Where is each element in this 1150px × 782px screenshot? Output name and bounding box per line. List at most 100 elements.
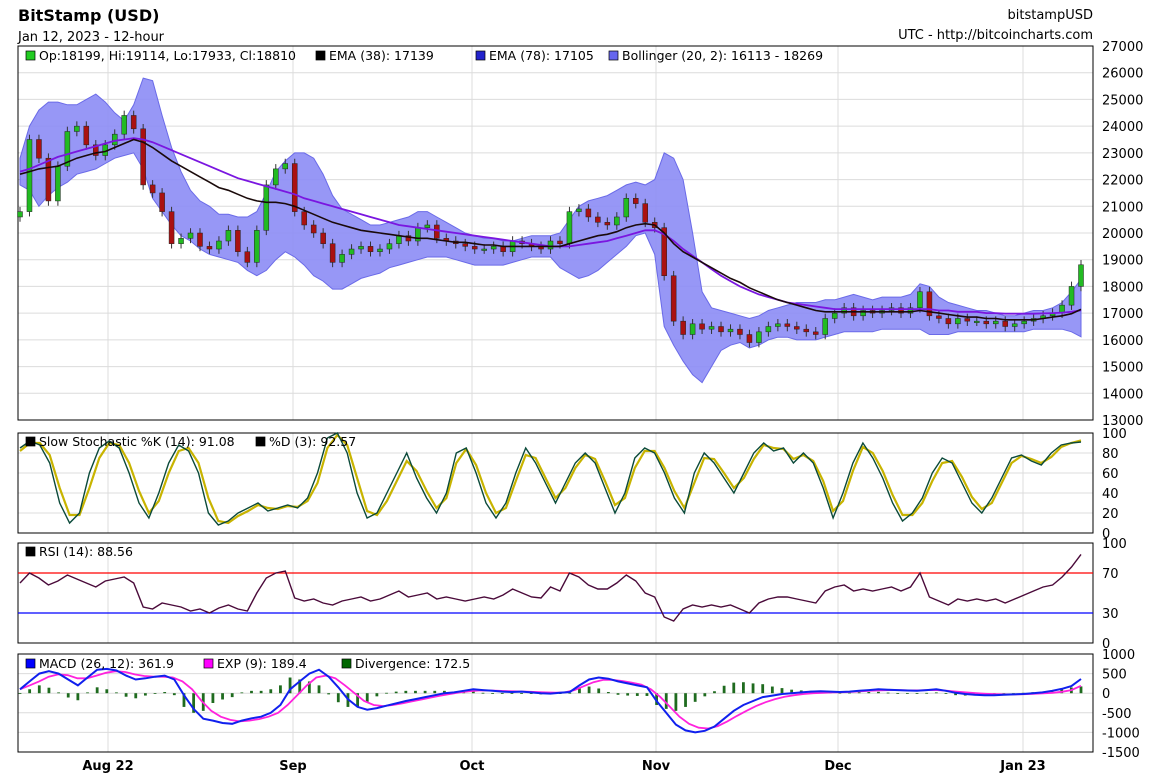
divergence-bar: [481, 692, 485, 694]
legend-swatch: [315, 50, 326, 61]
divergence-bar: [751, 683, 755, 694]
divergence-bar: [645, 693, 649, 696]
y-tick-label: 30: [1102, 607, 1119, 622]
candle-body: [434, 224, 440, 239]
candle-body: [149, 184, 156, 194]
x-tick-label: Sep: [279, 759, 307, 774]
divergence-bar: [115, 692, 118, 694]
candle-body: [595, 216, 601, 223]
divergence-bar: [616, 693, 620, 695]
candle-body: [140, 128, 146, 186]
divergence-bar: [674, 693, 678, 711]
divergence-bar: [915, 693, 919, 694]
divergence-bar: [76, 693, 80, 701]
divergence-bar: [1079, 686, 1083, 694]
y-tick-label: 1000: [1102, 648, 1135, 663]
candle-body: [301, 211, 307, 226]
y-tick-label: 60: [1102, 467, 1119, 482]
legend-swatch: [255, 436, 266, 447]
divergence-bar: [693, 693, 697, 702]
divergence-bar: [279, 685, 282, 694]
candle-body: [689, 323, 696, 335]
candle-body: [396, 235, 402, 244]
candle-body: [36, 139, 42, 159]
y-tick-label: 100: [1102, 537, 1127, 552]
candle-body: [254, 230, 260, 263]
chart-title: BitStamp (USD): [18, 6, 159, 25]
candle-body: [614, 216, 620, 226]
divergence-bar: [327, 693, 331, 695]
candle-body: [803, 328, 810, 333]
candle-body: [708, 326, 715, 330]
candle-body: [983, 320, 990, 325]
y-tick-label: 20000: [1102, 227, 1143, 242]
divergence-bar: [66, 693, 70, 698]
candle-body: [310, 224, 317, 234]
divergence-bar: [57, 692, 60, 694]
divergence-bar: [143, 693, 147, 696]
divergence-bar: [95, 687, 99, 694]
divergence-bar: [153, 693, 157, 694]
candle-body: [784, 323, 791, 327]
divergence-bar: [47, 687, 51, 694]
x-tick-label: Nov: [642, 759, 671, 774]
divergence-bar: [37, 685, 41, 694]
candle-body: [955, 318, 961, 325]
macd-line: [19, 667, 1082, 734]
divergence-bar: [394, 691, 398, 694]
candle-body: [320, 232, 326, 244]
legend-label: MACD (26, 12): 361.9: [39, 656, 174, 671]
candle-body: [1002, 320, 1008, 327]
y-tick-label: 20: [1102, 507, 1119, 522]
divergence-bar: [500, 693, 504, 694]
divergence-bar: [172, 693, 176, 696]
divergence-bar: [857, 692, 861, 694]
divergence-bar: [944, 693, 948, 694]
candle-body: [490, 246, 497, 250]
candle-body: [216, 240, 222, 250]
candle-body: [1011, 323, 1018, 327]
y-tick-label: 0: [1102, 687, 1110, 702]
candle-body: [1078, 264, 1084, 287]
candle-body: [386, 243, 393, 250]
legend-swatch: [608, 50, 619, 61]
candle-body: [159, 192, 165, 212]
legend-label: RSI (14): 88.56: [39, 544, 133, 559]
candle-body: [235, 230, 241, 252]
divergence-bar: [240, 692, 244, 694]
candle-body: [187, 232, 194, 239]
candle-body: [775, 323, 781, 327]
candle-body: [206, 246, 213, 250]
divergence-bar: [105, 689, 109, 694]
legend-swatch: [25, 50, 36, 61]
divergence-bar: [780, 688, 784, 694]
macd-exp-line: [19, 670, 1082, 730]
chart-subtitle: Jan 12, 2023 - 12-hour: [17, 30, 165, 45]
legend-label: Slow Stochastic %K (14): 91.08: [39, 434, 235, 449]
divergence-bar: [404, 690, 408, 694]
rsi-panel: 03070100RSI (14): 88.56: [17, 537, 1127, 652]
y-tick-label: 500: [1102, 668, 1127, 683]
divergence-bar: [375, 693, 379, 697]
candle-body: [291, 163, 298, 212]
candle-body: [178, 238, 184, 244]
rsi-line: [19, 553, 1082, 622]
divergence-bar: [732, 682, 736, 694]
candle-body: [831, 312, 838, 319]
candle-body: [225, 230, 232, 242]
candle-body: [642, 203, 648, 223]
divergence-bar: [896, 693, 900, 694]
y-tick-label: 100: [1102, 427, 1127, 442]
legend-label: %D (3): 92.57: [269, 434, 356, 449]
candle-body: [481, 248, 487, 251]
divergence-bar: [433, 690, 437, 694]
candle-body: [83, 125, 90, 146]
legend-swatch: [25, 436, 36, 447]
divergence-bar: [684, 693, 687, 707]
candle-body: [26, 139, 33, 212]
y-tick-label: 27000: [1102, 40, 1143, 55]
divergence-bar: [18, 693, 22, 694]
y-tick-label: 22000: [1102, 174, 1143, 189]
y-tick-label: 80: [1102, 447, 1119, 462]
candle-body: [424, 224, 431, 228]
